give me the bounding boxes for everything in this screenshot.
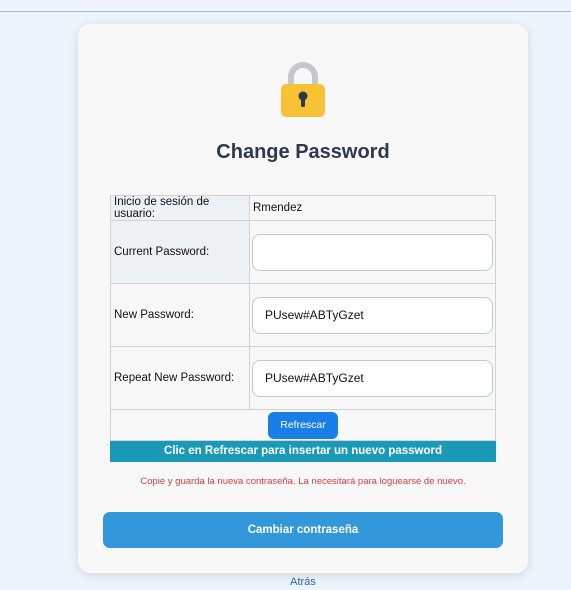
new-password-row: New Password: (110, 283, 496, 347)
repeat-password-field[interactable] (252, 359, 493, 397)
user-label: Inicio de sesión de usuario: (110, 195, 250, 221)
save-password-note: Copie y guarda la nueva contraseña. La n… (140, 476, 466, 487)
user-row: Inicio de sesión de usuario: Rmendez (110, 195, 496, 221)
lock-icon (281, 62, 325, 117)
refresh-hint: Clic en Refrescar para insertar un nuevo… (110, 440, 496, 462)
back-link[interactable]: Atrás (0, 576, 571, 588)
new-password-label: New Password: (110, 283, 250, 347)
change-password-card: Change Password Inicio de sesión de usua… (78, 24, 528, 573)
repeat-password-row: Repeat New Password: (110, 346, 496, 410)
user-value: Rmendez (249, 195, 496, 221)
password-form-table: Inicio de sesión de usuario: Rmendez Cur… (110, 195, 496, 462)
page-title: Change Password (216, 141, 390, 163)
refresh-button[interactable]: Refrescar (268, 411, 338, 439)
repeat-password-label: Repeat New Password: (110, 346, 250, 410)
current-password-row: Current Password: (110, 220, 496, 284)
refresh-row: Refrescar (110, 409, 496, 441)
current-password-label: Current Password: (110, 220, 250, 284)
refresh-hint-row: Clic en Refrescar para insertar un nuevo… (110, 440, 496, 462)
current-password-field[interactable] (252, 233, 493, 271)
change-password-button[interactable]: Cambiar contraseña (103, 512, 503, 548)
top-divider (0, 11, 571, 12)
new-password-field[interactable] (252, 296, 493, 334)
